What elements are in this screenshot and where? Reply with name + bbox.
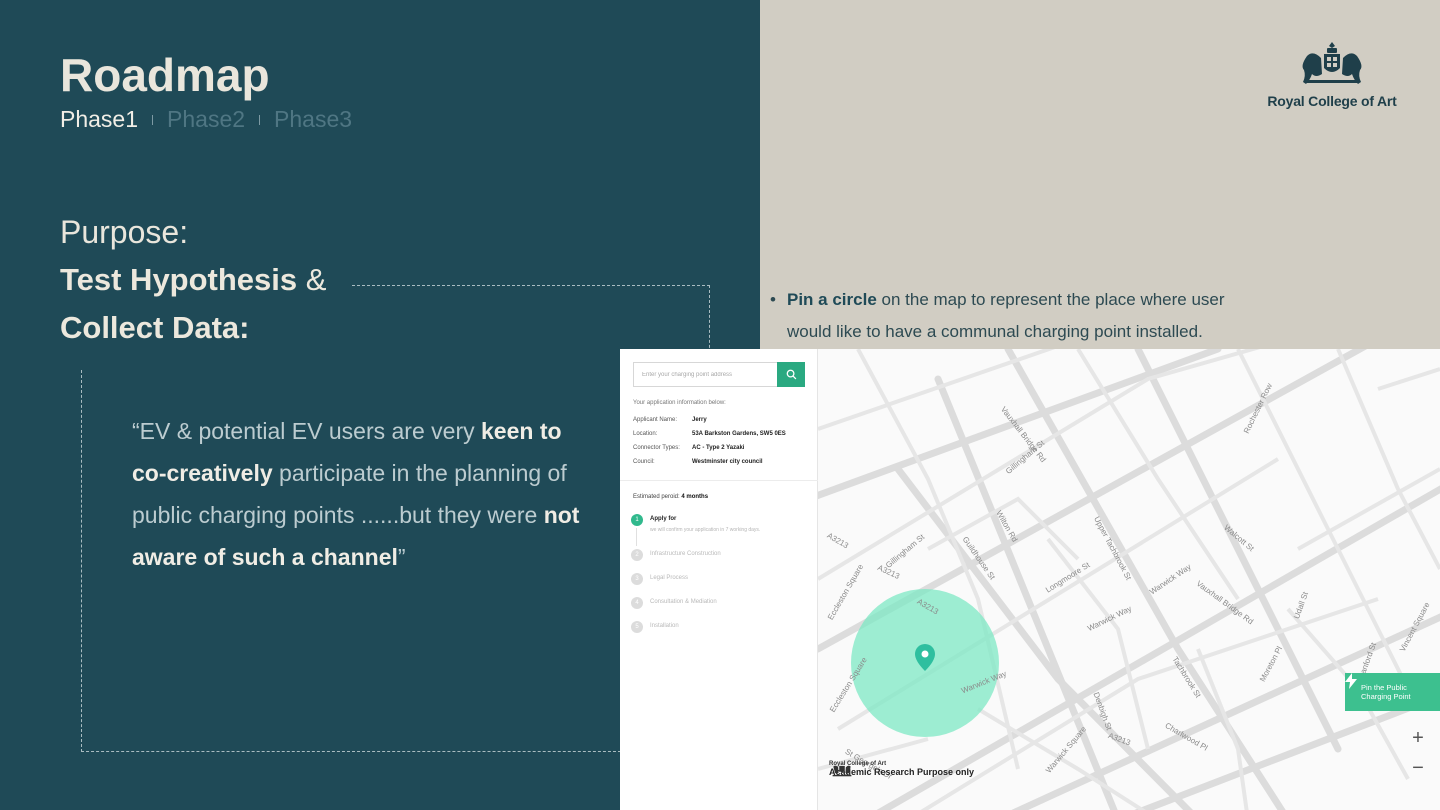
step-number: 2 bbox=[631, 549, 643, 561]
step-number: 5 bbox=[631, 621, 643, 633]
search-icon bbox=[786, 369, 796, 380]
info-value: Westminster city council bbox=[692, 459, 763, 465]
connector-top bbox=[352, 285, 710, 286]
step-label: Installation bbox=[650, 623, 679, 629]
quote-box-left bbox=[81, 370, 82, 752]
street-map[interactable]: Vauxhall Bridge Rd Vauxhall Bridge Rd A3… bbox=[818, 349, 1440, 810]
panel-divider bbox=[620, 480, 818, 481]
step-label: Infrastructure Construction bbox=[650, 551, 721, 557]
bullet-marker: • bbox=[770, 290, 776, 309]
info-key: Council: bbox=[633, 459, 655, 465]
collect-heading: Collect Data: bbox=[60, 310, 250, 345]
purpose-label: Purpose: bbox=[60, 214, 189, 250]
pin-button-line2: Charging Point bbox=[1361, 692, 1411, 701]
step-number: 3 bbox=[631, 573, 643, 585]
tab-phase2[interactable]: Phase2 bbox=[167, 106, 245, 133]
phase-tabs: Phase1 Phase2 Phase3 bbox=[60, 106, 352, 133]
info-heading: Your application information below: bbox=[633, 400, 726, 406]
application-panel: Your application information below: Appl… bbox=[620, 349, 818, 810]
quote-box-bottom bbox=[81, 751, 621, 752]
info-value: Jerry bbox=[692, 417, 707, 423]
info-value: 53A Barkston Gardens, SW5 0ES bbox=[692, 431, 786, 437]
slide-title: Roadmap bbox=[60, 49, 270, 101]
info-key: Location: bbox=[633, 431, 658, 437]
zoom-in-button[interactable]: + bbox=[1406, 727, 1430, 750]
pin-charging-point-button[interactable]: Pin the Public Charging Point bbox=[1345, 673, 1440, 711]
coat-of-arms-icon bbox=[832, 765, 852, 777]
estimated-label: Estimated peroid: bbox=[633, 494, 682, 500]
user-quote: “EV & potential EV users are very keen t… bbox=[132, 410, 592, 578]
estimated-period: Estimated peroid: 4 months bbox=[633, 494, 708, 500]
quote-open: “EV & potential EV users are very bbox=[132, 418, 481, 444]
step-connector bbox=[636, 528, 637, 546]
tab-phase1[interactable]: Phase1 bbox=[60, 106, 138, 133]
step-number: 4 bbox=[631, 597, 643, 609]
address-search-input[interactable] bbox=[633, 362, 777, 387]
step-label: Apply for bbox=[650, 516, 677, 522]
hypothesis-amp: & bbox=[305, 262, 327, 297]
bullet-bold: Pin a circle bbox=[787, 290, 877, 309]
application-info: Applicant Name: Jerry Location: 53A Barkst… bbox=[633, 417, 786, 473]
phase-divider bbox=[152, 114, 154, 125]
lightning-icon bbox=[1345, 673, 1357, 689]
step-label: Consultation & Mediation bbox=[650, 599, 717, 605]
info-key: Connector Types: bbox=[633, 445, 680, 451]
search-button[interactable] bbox=[777, 362, 805, 387]
logo-text: Royal College of Art bbox=[1267, 93, 1397, 109]
step-note: we will confirm your application in 7 wo… bbox=[650, 527, 761, 533]
rca-logo: Royal College of Art bbox=[1262, 40, 1402, 109]
info-value: AC - Type 2 Yazaki bbox=[692, 445, 745, 451]
pin-button-line1: Pin the Public bbox=[1361, 683, 1407, 692]
info-key: Applicant Name: bbox=[633, 417, 678, 423]
info-row: Location: 53A Barkston Gardens, SW5 0ES bbox=[633, 431, 786, 445]
map-watermark: Royal College of Art Academic Research P… bbox=[829, 761, 974, 777]
zoom-out-button[interactable]: − bbox=[1406, 757, 1430, 780]
search-bar bbox=[633, 362, 805, 387]
info-row: Applicant Name: Jerry bbox=[633, 417, 786, 431]
step-label: Legal Process bbox=[650, 575, 689, 581]
estimated-value: 4 months bbox=[681, 494, 709, 500]
info-row: Connector Types: AC - Type 2 Yazaki bbox=[633, 445, 786, 459]
hypothesis-heading: Test Hypothesis & bbox=[60, 262, 326, 298]
quote-close: ” bbox=[397, 544, 406, 570]
tab-phase3[interactable]: Phase3 bbox=[274, 106, 352, 133]
step-number: 1 bbox=[631, 514, 643, 526]
hypothesis-bold: Test Hypothesis bbox=[60, 262, 298, 297]
coat-of-arms-icon bbox=[1302, 42, 1362, 84]
info-row: Council: Westminster city council bbox=[633, 459, 786, 473]
phase-divider bbox=[259, 114, 261, 125]
